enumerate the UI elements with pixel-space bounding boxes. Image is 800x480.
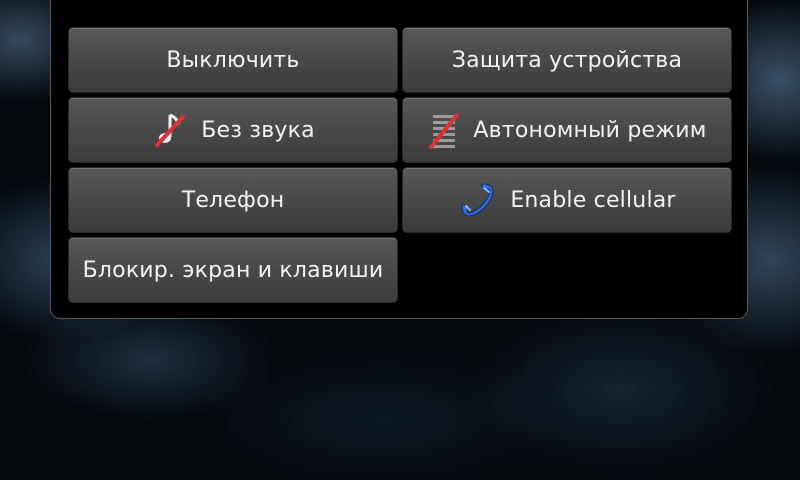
power-menu-dialog: Выключить Защита устройства Без звука Ав… [50,0,748,319]
phone-button[interactable]: Телефон [68,167,398,233]
offline-mode-label: Автономный режим [473,117,707,143]
device-lock-button[interactable]: Защита устройства [402,27,732,93]
silent-mode-button[interactable]: Без звука [68,97,398,163]
power-off-label: Выключить [166,47,300,73]
phone-label: Телефон [181,187,285,213]
enable-cellular-label: Enable cellular [510,187,676,213]
muted-music-note-icon [151,111,189,149]
enable-cellular-button[interactable]: Enable cellular [402,167,732,233]
phone-handset-icon [458,180,498,220]
device-lock-label: Защита устройства [451,47,683,73]
lock-screen-keys-button[interactable]: Блокир. экран и клавиши [68,237,398,303]
lock-screen-keys-label: Блокир. экран и клавиши [82,257,384,283]
offline-mode-button[interactable]: Автономный режим [402,97,732,163]
power-off-button[interactable]: Выключить [68,27,398,93]
offline-signal-icon [427,111,461,149]
silent-mode-label: Без звука [201,117,315,143]
